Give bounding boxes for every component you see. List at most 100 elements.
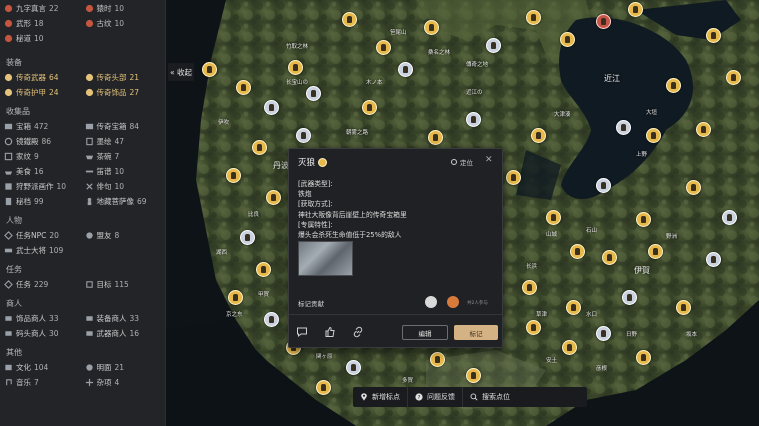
sidebar-item-music[interactable]: 音乐 7	[4, 377, 81, 387]
map-marker[interactable]	[636, 350, 651, 365]
map-marker[interactable]	[526, 320, 541, 335]
map-marker[interactable]	[706, 28, 721, 43]
sidebar-item-quest[interactable]: 任务 229	[4, 279, 81, 289]
map-marker[interactable]	[428, 130, 443, 145]
map-marker[interactable]	[636, 212, 651, 227]
sidebar-item-document[interactable]: 秘档 99	[4, 196, 81, 206]
map-marker[interactable]	[202, 62, 217, 77]
map-marker[interactable]	[236, 80, 251, 95]
sidebar-item-ink[interactable]: 墨绘 47	[85, 136, 162, 146]
map-marker[interactable]	[424, 20, 439, 35]
location-thumbnail[interactable]	[298, 241, 353, 276]
sidebar-item-legend-charm[interactable]: 传奇饰品 27	[85, 87, 162, 97]
sidebar-item-accessory-merchant[interactable]: 饰品商人 33	[4, 313, 81, 323]
map-marker[interactable]	[228, 290, 243, 305]
map-marker[interactable]	[296, 128, 311, 143]
map-marker[interactable]	[570, 244, 585, 259]
sidebar-item-samurai[interactable]: 武士大将 109	[4, 245, 81, 255]
map-marker[interactable]	[666, 78, 681, 93]
map-marker[interactable]	[240, 230, 255, 245]
map-marker[interactable]	[316, 380, 331, 395]
sidebar-item-pattern[interactable]: 古纹 10	[85, 18, 162, 28]
map-marker[interactable]	[531, 128, 546, 143]
map-marker[interactable]	[342, 12, 357, 27]
sidebar-item-mirror[interactable]: 镜鐵殿 86	[4, 136, 81, 146]
map-marker[interactable]	[430, 352, 445, 367]
map-marker[interactable]	[596, 178, 611, 193]
map-marker[interactable]	[362, 100, 377, 115]
sidebar-item-painting[interactable]: 狩野派画作 10	[4, 181, 81, 191]
map-marker[interactable]	[596, 326, 611, 341]
edit-button[interactable]: 编辑	[402, 325, 448, 340]
map-marker[interactable]	[506, 170, 521, 185]
sidebar-item-haiku[interactable]: 俳句 10	[85, 181, 162, 191]
map-marker[interactable]	[562, 340, 577, 355]
map-marker[interactable]	[398, 62, 413, 77]
map-marker[interactable]	[676, 300, 691, 315]
sidebar-item-chest[interactable]: 宝箱 472	[4, 121, 81, 131]
sidebar-item-secret-path[interactable]: 秘道 10	[4, 33, 81, 43]
sidebar-item-mask[interactable]: 明面 21	[85, 362, 162, 372]
sidebar-item-misc[interactable]: 杂项 4	[85, 377, 162, 387]
like-icon[interactable]	[324, 326, 336, 338]
sidebar-item-weapon-merchant[interactable]: 武器商人 16	[85, 328, 162, 338]
map-marker[interactable]	[546, 210, 561, 225]
comment-icon[interactable]	[296, 326, 308, 338]
map-marker[interactable]	[486, 38, 501, 53]
map-marker[interactable]	[526, 10, 541, 25]
map-marker[interactable]	[686, 180, 701, 195]
locate-button[interactable]: 定位	[451, 157, 473, 167]
map-marker[interactable]	[522, 280, 537, 295]
map-marker[interactable]	[616, 120, 631, 135]
sidebar-item-legend-chest[interactable]: 传奇宝箱 84	[85, 121, 162, 131]
map-marker[interactable]	[726, 70, 741, 85]
map-marker[interactable]	[466, 368, 481, 383]
sidebar-item-mantra[interactable]: 九字真言 22	[4, 3, 81, 13]
sidebar-item-food[interactable]: 美食 16	[4, 166, 81, 176]
sidebar-item-gear-merchant[interactable]: 装备商人 33	[85, 313, 162, 323]
sidebar-item-statue[interactable]: 地藏菩萨像 69	[85, 196, 162, 206]
sidebar-item-legend-head[interactable]: 传奇头部 21	[85, 72, 162, 82]
contributor-avatar[interactable]	[425, 296, 437, 308]
map-marker[interactable]	[226, 168, 241, 183]
map-marker[interactable]	[648, 244, 663, 259]
map-marker[interactable]	[266, 190, 281, 205]
map-marker[interactable]	[466, 112, 481, 127]
map-marker[interactable]	[706, 252, 721, 267]
map-marker[interactable]	[722, 210, 737, 225]
map-marker[interactable]	[560, 32, 575, 47]
sidebar-item-crest[interactable]: 家纹 9	[4, 151, 81, 161]
feedback-button[interactable]: ? 问题反馈	[407, 387, 462, 407]
map-marker[interactable]	[306, 86, 321, 101]
map-marker[interactable]	[376, 40, 391, 55]
sidebar-item-monkey[interactable]: 猿时 10	[85, 3, 162, 13]
sidebar-item-quest-npc[interactable]: 任务NPC 20	[4, 230, 81, 240]
map-marker[interactable]	[264, 100, 279, 115]
map-marker[interactable]	[346, 360, 361, 375]
map-marker[interactable]	[628, 2, 643, 17]
sidebar-item-martial[interactable]: 武形 18	[4, 18, 81, 28]
map-marker[interactable]	[696, 122, 711, 137]
map-marker[interactable]	[602, 250, 617, 265]
map-marker[interactable]	[596, 14, 611, 29]
link-icon[interactable]	[352, 326, 364, 338]
sidebar-item-teabowl[interactable]: 茶碗 7	[85, 151, 162, 161]
contributor-avatar[interactable]	[447, 296, 459, 308]
collapse-sidebar-button[interactable]: « 收起	[168, 63, 194, 81]
map-marker[interactable]	[256, 262, 271, 277]
sidebar-item-ally[interactable]: 盟友 8	[85, 230, 162, 240]
sidebar-item-flute[interactable]: 笛谱 10	[85, 166, 162, 176]
map-marker[interactable]	[264, 312, 279, 327]
sidebar-item-legend-weapon[interactable]: 传奇武器 64	[4, 72, 81, 82]
close-icon[interactable]: ✕	[485, 155, 493, 165]
sidebar-item-dock-merchant[interactable]: 码头商人 30	[4, 328, 81, 338]
sidebar-item-culture[interactable]: 文化 104	[4, 362, 81, 372]
sidebar-item-legend-armor[interactable]: 传奇护甲 24	[4, 87, 81, 97]
sidebar-item-target[interactable]: 目标 115	[85, 279, 162, 289]
mark-button[interactable]: 标记	[454, 325, 498, 340]
map-marker[interactable]	[622, 290, 637, 305]
search-input[interactable]: 搜索点位	[462, 387, 587, 407]
map-marker[interactable]	[288, 60, 303, 75]
map-marker[interactable]	[252, 140, 267, 155]
map-marker[interactable]	[646, 128, 661, 143]
